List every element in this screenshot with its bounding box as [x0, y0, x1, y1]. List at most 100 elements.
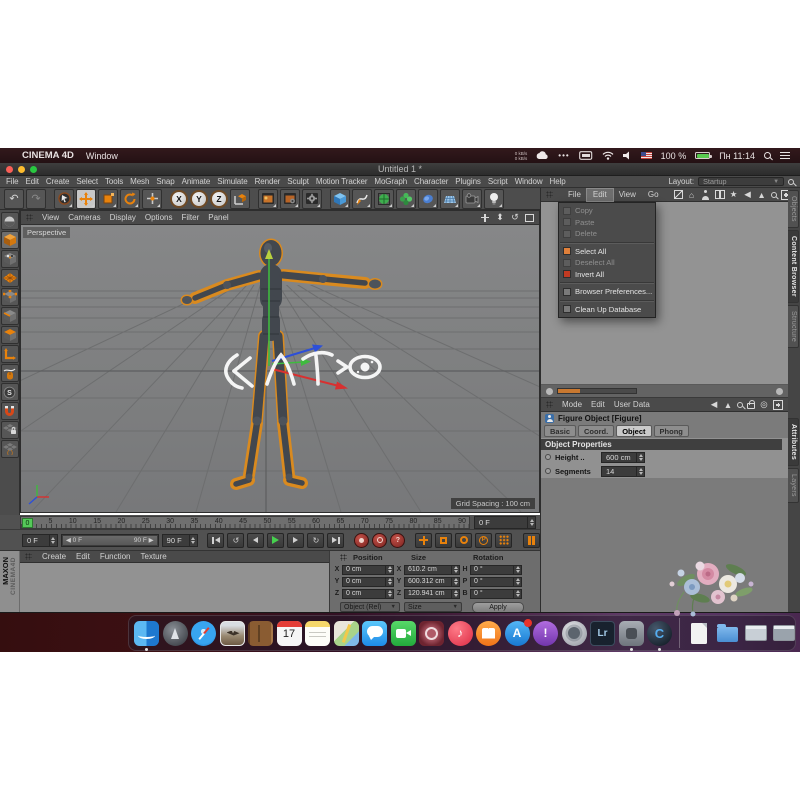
points-mode-icon[interactable] [1, 288, 19, 306]
thumbnail-size-slider[interactable] [557, 388, 637, 394]
app-menu-item[interactable]: Motion Tracker [316, 177, 368, 186]
app-menu-item[interactable]: Select [76, 177, 98, 186]
panel-tab[interactable]: Structure [788, 305, 799, 348]
back-icon[interactable]: ◀ [743, 190, 753, 200]
material-menu-item[interactable]: Function [100, 552, 131, 561]
menu-item[interactable]: Delete [559, 228, 655, 240]
live-selection-tool[interactable] [54, 189, 74, 209]
camera-label[interactable]: Perspective [23, 227, 70, 238]
catalog-book-icon[interactable] [715, 190, 725, 200]
dock-launchpad[interactable] [163, 621, 188, 646]
wifi-icon[interactable] [602, 151, 614, 160]
dock-contacts[interactable] [248, 621, 273, 646]
target-icon[interactable]: ◎ [759, 400, 769, 410]
dolly-icon[interactable]: ⬍ [495, 213, 505, 223]
timeline-playhead[interactable]: 0 [22, 518, 33, 528]
rotate-view-icon[interactable]: ↺ [510, 213, 520, 223]
tweak-mode-icon[interactable] [1, 364, 19, 382]
battery-icon[interactable] [695, 152, 710, 159]
object-axis-mode-icon[interactable] [1, 345, 19, 363]
add-cube-button[interactable] [330, 189, 350, 209]
dock-screenshot-2[interactable] [772, 621, 797, 646]
position-input[interactable]: 0 cm [342, 577, 394, 588]
preview-range-slider[interactable]: ◀ 0 F 90 F ▶ [61, 534, 159, 547]
lock-z-button[interactable]: Z [210, 190, 228, 208]
timemachine-icon[interactable] [579, 151, 593, 160]
viewport-menu-item[interactable]: Display [110, 213, 136, 222]
field-value-input[interactable]: 14 [601, 466, 645, 477]
dock-calendar[interactable]: 17 [277, 621, 302, 646]
move-tool[interactable] [76, 189, 96, 209]
size-mode-select[interactable]: Size▼ [404, 602, 462, 613]
texture-mode-icon[interactable] [1, 250, 19, 268]
rotation-input[interactable]: 0 ° [470, 577, 522, 588]
attribute-tab[interactable]: Object [616, 425, 651, 437]
autokeying-button[interactable] [372, 533, 387, 548]
keyboard-flag-icon[interactable] [641, 152, 652, 159]
simulation-mode-icon[interactable] [1, 212, 19, 230]
record-keyframe-button[interactable] [354, 533, 369, 548]
panel-grip[interactable] [26, 214, 33, 221]
attribute-tab[interactable]: Coord. [578, 425, 614, 437]
attribute-tab[interactable]: Phong [654, 425, 689, 437]
maximize-view-icon[interactable] [525, 214, 534, 222]
axis-tool[interactable] [142, 189, 162, 209]
lock-x-button[interactable]: X [170, 190, 188, 208]
add-icon[interactable] [773, 400, 783, 410]
app-menu-item[interactable]: File [6, 177, 19, 186]
viewport-menu-item[interactable]: View [42, 213, 59, 222]
panel-tab[interactable]: Layers [788, 468, 799, 503]
app-menu-item[interactable]: Mesh [130, 177, 149, 186]
thumbnail-small-icon[interactable] [546, 388, 553, 395]
edit-path-icon[interactable] [674, 190, 683, 199]
navigate-icon[interactable]: ▲ [723, 400, 733, 410]
spotlight-icon[interactable] [764, 152, 771, 159]
polygons-mode-icon[interactable] [1, 326, 19, 344]
app-menu-item[interactable]: Plugins [455, 177, 481, 186]
back-icon[interactable]: ◀ [709, 400, 719, 410]
snap-magnet-icon[interactable] [1, 402, 19, 420]
size-input[interactable]: 600.312 cm [404, 577, 460, 588]
range-start-spinner[interactable]: 0 F [22, 534, 58, 547]
menu-item[interactable]: Select All [559, 246, 655, 258]
panel-grip[interactable] [340, 554, 347, 561]
render-to-picture-viewer-button[interactable] [280, 189, 300, 209]
workplane-axis-icon[interactable]: ( ) [1, 440, 19, 458]
position-input[interactable]: 0 cm [342, 565, 394, 576]
goto-end-button[interactable] [327, 533, 344, 548]
goto-start-button[interactable] [207, 533, 224, 548]
menu-item[interactable]: Browser Preferences... [559, 286, 655, 298]
snap-enable-icon[interactable]: S [1, 383, 19, 401]
lock-workplane-icon[interactable] [1, 421, 19, 439]
rotate-tool[interactable] [120, 189, 140, 209]
viewport-menu-item[interactable]: Cameras [68, 213, 100, 222]
dock-lightroom[interactable]: Lr [590, 621, 615, 646]
key-position-toggle[interactable] [415, 533, 432, 548]
cloud-icon[interactable] [536, 151, 549, 160]
material-menu-item[interactable]: Texture [141, 552, 167, 561]
notification-list-icon[interactable] [780, 152, 790, 159]
pan-icon[interactable] [480, 213, 490, 223]
macos-app-menu[interactable]: CINEMA 4D [22, 150, 74, 161]
key-scale-toggle[interactable] [435, 533, 452, 548]
add-subdivision-surface-button[interactable] [374, 189, 394, 209]
panel-tab[interactable]: Content Browser [788, 230, 799, 303]
favorites-star-icon[interactable]: ★ [729, 190, 739, 200]
dock-photos[interactable] [220, 621, 245, 646]
dock-folder[interactable] [715, 621, 740, 646]
attribute-menu-item[interactable]: User Data [614, 400, 650, 409]
field-value-input[interactable]: 600 cm [601, 452, 645, 463]
dock-app-store[interactable]: A [505, 621, 530, 646]
thumbnail-large-icon[interactable] [776, 388, 783, 395]
viewport-menu-item[interactable]: Panel [208, 213, 228, 222]
add-deformer-button[interactable] [396, 189, 416, 209]
lock-y-button[interactable]: Y [190, 190, 208, 208]
search-icon[interactable] [771, 192, 777, 198]
viewport-menu-item[interactable]: Options [145, 213, 173, 222]
scale-tool[interactable] [98, 189, 118, 209]
app-menu-item[interactable]: Edit [26, 177, 39, 186]
panel-grip[interactable] [25, 553, 32, 560]
panel-grip[interactable] [546, 191, 553, 198]
volume-icon[interactable] [623, 151, 632, 160]
app-menu-item[interactable]: Window [515, 177, 543, 186]
